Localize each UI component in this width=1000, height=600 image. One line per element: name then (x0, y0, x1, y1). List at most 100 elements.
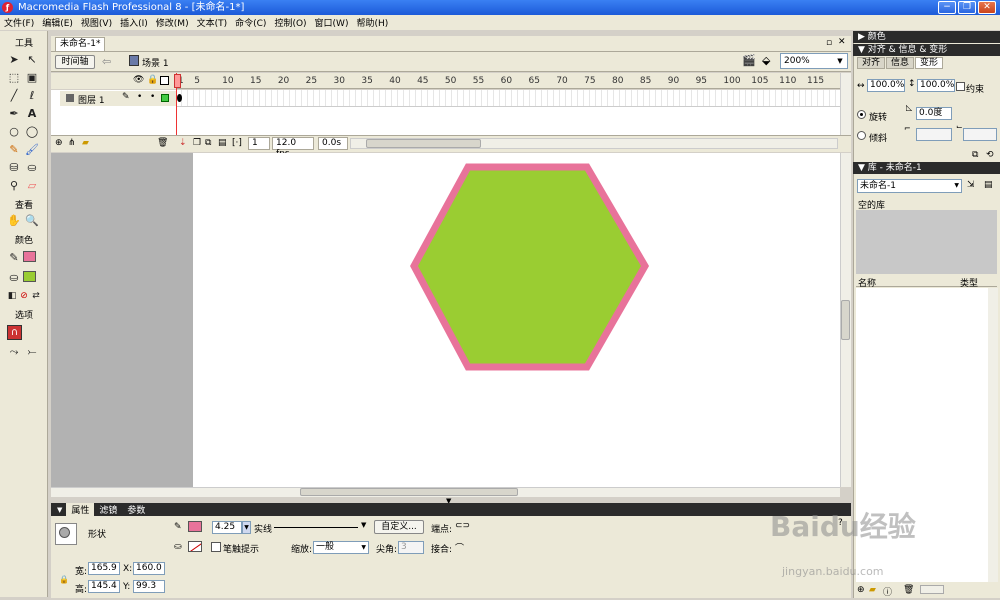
menu-text[interactable]: 文本(T) (193, 16, 232, 29)
close-doc-icon[interactable]: ✕ (838, 37, 846, 47)
menu-file[interactable]: 文件(F) (0, 16, 38, 29)
text-icon[interactable]: A (24, 106, 40, 122)
delete-layer-icon[interactable]: 🗑 (157, 138, 168, 148)
delete-icon[interactable]: 🗑 (903, 585, 914, 595)
zoom-select[interactable]: 200% ▼ (780, 53, 848, 69)
layer-lock-dot[interactable]: • (150, 92, 155, 102)
stroke-hint-checkbox[interactable] (211, 542, 221, 552)
tab-parameters[interactable]: 参数 (122, 503, 150, 516)
stage-hscroll-thumb[interactable] (300, 488, 518, 496)
width-input[interactable]: 165.9 (88, 562, 120, 575)
add-folder-icon[interactable]: ▰ (82, 138, 89, 148)
close-button[interactable]: ✕ (978, 1, 996, 14)
rotate-radio[interactable] (857, 110, 866, 119)
brush-icon[interactable]: 🖌 (24, 142, 40, 158)
add-guide-icon[interactable]: ⋔ (68, 138, 76, 148)
menu-help[interactable]: 帮助(H) (352, 16, 392, 29)
library-hscroll[interactable] (920, 585, 944, 594)
hand-icon[interactable]: ✋ (6, 213, 22, 229)
menu-view[interactable]: 视图(V) (77, 16, 116, 29)
layer-visible-dot[interactable]: • (137, 92, 142, 102)
menu-edit[interactable]: 编辑(E) (38, 16, 77, 29)
toolbar-stroke-color-swatch[interactable] (23, 251, 36, 262)
document-tab[interactable]: 未命名-1* (55, 37, 106, 51)
free-transform-icon[interactable]: ⬚ (6, 70, 22, 86)
library-select[interactable]: 未命名-1 ▼ (857, 179, 962, 193)
center-frame-icon[interactable]: ⇣ (179, 138, 187, 148)
stage[interactable] (193, 153, 840, 487)
stroke-width-input[interactable]: 4.25 (212, 521, 242, 534)
onion-skin-icon[interactable]: ❐ (193, 138, 201, 148)
layer-outline-color-icon[interactable] (161, 94, 169, 102)
show-hide-eye-icon[interactable]: 👁 (133, 75, 144, 85)
layer-name[interactable]: 图层 1 (78, 93, 105, 106)
transform-panel-header[interactable]: ▼ 对齐 & 信息 & 变形 (853, 44, 1000, 56)
rotate-input[interactable]: 0.0度 (916, 107, 952, 120)
add-layer-icon[interactable]: ⊕ (55, 138, 63, 148)
new-symbol-icon[interactable]: ⊕ (857, 585, 865, 595)
library-scrollbar[interactable] (988, 288, 998, 582)
custom-stroke-button[interactable]: 自定义... (374, 520, 424, 534)
lasso-icon[interactable]: ℓ (24, 88, 40, 104)
subselection-icon[interactable]: ↖ (24, 52, 40, 68)
skew-horizontal-input[interactable] (916, 128, 952, 141)
paint-bucket-icon[interactable]: ⛀ (24, 160, 40, 176)
menu-commands[interactable]: 命令(C) (231, 16, 270, 29)
back-arrow-icon[interactable]: ⇦ (102, 55, 111, 68)
cap-style-icon[interactable]: ⊂⊃ (455, 521, 470, 531)
collapse-triangle-icon[interactable]: ▼ (57, 506, 62, 514)
height-input[interactable]: 145.4 (88, 580, 120, 593)
tab-align[interactable]: 对齐 (857, 57, 886, 69)
menu-window[interactable]: 窗口(W) (311, 16, 353, 29)
copy-transform-icon[interactable]: ⧉ (972, 150, 978, 160)
hexagon-shape[interactable] (410, 163, 650, 371)
fill-transform-icon[interactable]: ▣ (24, 70, 40, 86)
timeline-hscroll-thumb[interactable] (366, 139, 481, 148)
restore-doc-icon[interactable]: ▫ (826, 38, 832, 48)
stroke-width-dropdown-icon[interactable]: ▼ (242, 521, 251, 534)
reset-transform-icon[interactable]: ⟲ (986, 150, 994, 160)
y-input[interactable]: 99.3 (133, 580, 165, 593)
outline-icon[interactable] (160, 76, 169, 85)
library-panel-header[interactable]: ▼ 库 - 未命名-1 (853, 162, 1000, 174)
frame-rate[interactable]: 12.0 fps (272, 137, 314, 159)
pin-library-icon[interactable]: ⇲ (967, 180, 975, 190)
menu-control[interactable]: 控制(O) (270, 16, 310, 29)
stage-vscroll-thumb[interactable] (841, 300, 850, 340)
minimize-button[interactable]: − (938, 1, 956, 14)
eyedropper-icon[interactable]: ⚲ (6, 178, 22, 194)
maximize-button[interactable]: ❐ (958, 1, 976, 14)
skew-radio[interactable] (857, 131, 866, 140)
line-icon[interactable]: ╱ (6, 88, 22, 104)
onion-outline-icon[interactable]: ⧉ (205, 138, 211, 148)
skew-vertical-input[interactable] (963, 128, 997, 141)
edit-scene-icon[interactable]: 🎬 (742, 54, 756, 67)
oval-icon[interactable]: ○ (6, 124, 22, 140)
x-input[interactable]: 160.0 (133, 562, 165, 575)
stroke-style-dropdown-icon[interactable]: ▼ (361, 521, 366, 529)
color-panel-header[interactable]: ▶ 颜色 (853, 31, 1000, 43)
stroke-color-swatch[interactable] (188, 521, 202, 532)
snap-to-objects-icon[interactable]: ∩ (7, 325, 22, 340)
selection-icon[interactable]: ➤ (6, 52, 22, 68)
miter-input[interactable]: 3 (398, 541, 424, 554)
scale-select[interactable]: 一般 ▼ (313, 541, 369, 554)
constrain-checkbox[interactable] (956, 82, 965, 91)
timeline-toggle-button[interactable]: 时间轴 (55, 55, 95, 69)
scale-width-input[interactable]: 100.0% (867, 79, 905, 92)
pencil-icon[interactable]: ✎ (6, 142, 22, 158)
tab-filters[interactable]: 滤镜 (94, 503, 122, 516)
new-library-panel-icon[interactable]: ▤ (984, 180, 993, 190)
tab-properties[interactable]: 属性 (66, 503, 95, 516)
scene-label[interactable]: 场景 1 (142, 56, 169, 69)
timeline-scrollbar[interactable] (840, 73, 851, 135)
smooth-icon[interactable]: ⤳ (6, 344, 22, 360)
rectangle-icon[interactable]: ◯ (24, 124, 40, 140)
straighten-icon[interactable]: ⤚ (24, 344, 40, 360)
tab-transform[interactable]: 变形 (915, 57, 944, 69)
swap-colors-icon[interactable]: ⇄ (28, 288, 44, 304)
timeline-frames[interactable] (176, 90, 840, 107)
scale-height-input[interactable]: 100.0% (917, 79, 955, 92)
ink-bottle-icon[interactable]: ⛁ (6, 160, 22, 176)
toolbar-fill-color-swatch[interactable] (23, 271, 36, 282)
